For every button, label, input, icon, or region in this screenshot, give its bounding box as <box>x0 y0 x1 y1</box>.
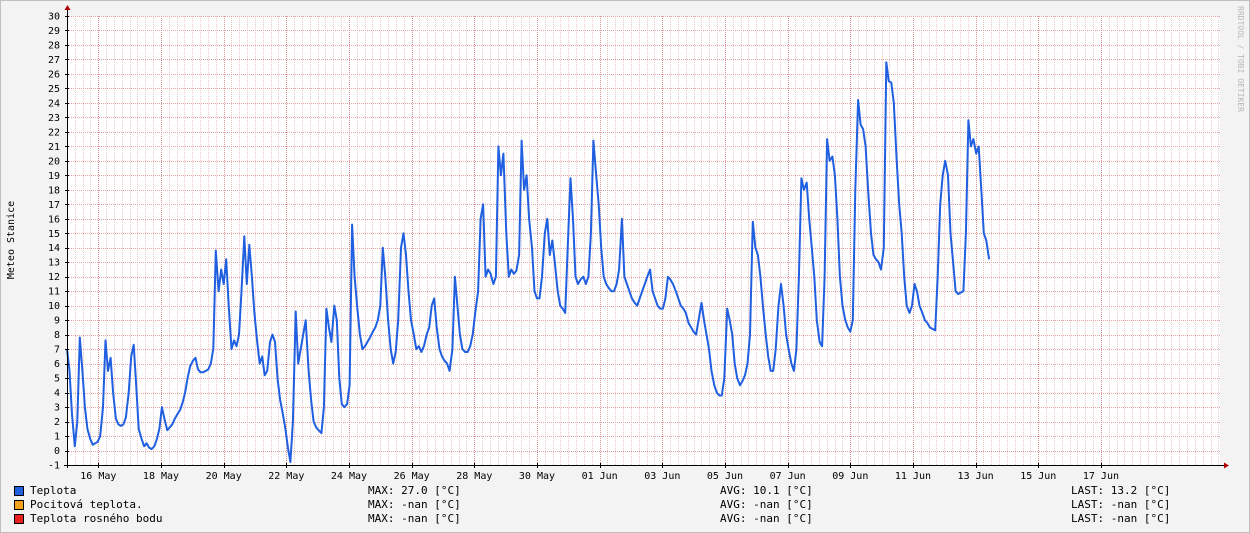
x-tick-label: 24 May <box>331 471 367 482</box>
y-tick-label: 7 <box>54 345 60 356</box>
y-tick-label: 13 <box>48 258 60 269</box>
chart-svg: -101234567891011121314151617181920212223… <box>0 0 1250 533</box>
x-tick-label: 11 Jun <box>895 471 931 482</box>
y-tick-label: 1 <box>54 432 60 443</box>
legend-avg: AVG: -nan [°C] <box>720 512 813 525</box>
y-tick-label: 22 <box>48 127 60 138</box>
x-tick-label: 03 Jun <box>644 471 680 482</box>
x-tick-label: 09 Jun <box>832 471 868 482</box>
y-tick-label: 15 <box>48 229 60 240</box>
y-tick-label: 19 <box>48 171 60 182</box>
legend-swatch-rosny-bod <box>14 514 24 524</box>
legend-row-teplota: Teplota MAX: 27.0 [°C] AVG: 10.1 [°C] LA… <box>0 484 1250 498</box>
legend-series-name: Teplota rosného bodu <box>30 512 163 525</box>
x-tick-label: 15 Jun <box>1020 471 1056 482</box>
legend-avg: AVG: 10.1 [°C] <box>720 484 813 497</box>
rrd-graph: -1 0 1 2 3 4 5 6 7 8 9 10 11 12 13 14 15 16 17 18 19 20 21 22 23… <box>0 0 1250 533</box>
x-tick-label: 22 May <box>268 471 304 482</box>
x-tick-label: 26 May <box>394 471 430 482</box>
y-tick-label: 8 <box>54 330 60 341</box>
legend-last: LAST: -nan [°C] <box>1071 498 1171 511</box>
y-tick-label: 0 <box>54 446 60 457</box>
y-tick-label: 20 <box>48 156 60 167</box>
y-tick-label: 21 <box>48 142 60 153</box>
x-tick-label: 20 May <box>206 471 242 482</box>
y-tick-label: 12 <box>48 272 60 283</box>
y-tick-label: 24 <box>48 98 60 109</box>
y-tick-label: 18 <box>48 185 60 196</box>
legend-series-name: Pocitová teplota. <box>30 498 143 511</box>
y-tick-label: 5 <box>54 374 60 385</box>
y-tick-label: 28 <box>48 40 60 51</box>
y-tick-label: 25 <box>48 84 60 95</box>
y-tick-label: 3 <box>54 403 60 414</box>
y-tick-label: 17 <box>48 200 60 211</box>
x-tick-label: 30 May <box>519 471 555 482</box>
x-tick-label: 01 Jun <box>582 471 618 482</box>
y-tick-label: 29 <box>48 26 60 37</box>
y-tick-label: 23 <box>48 113 60 124</box>
legend-max: MAX: -nan [°C] <box>368 498 461 511</box>
x-axis-tick-labels: 16 May 18 May 20 May 22 May 24 May 26 May 28 M… <box>80 471 1119 482</box>
legend-series-name: Teplota <box>30 484 77 497</box>
legend-row-rosny-bod: Teplota rosného bodu MAX: -nan [°C] AVG:… <box>0 512 1250 526</box>
x-tick-label: 07 Jun <box>770 471 806 482</box>
y-tick-label: 4 <box>54 388 60 399</box>
y-tick-label: 26 <box>48 69 60 80</box>
y-tick-label: 11 <box>48 287 60 298</box>
y-tick-label: -1 <box>48 461 60 472</box>
legend-avg: AVG: -nan [°C] <box>720 498 813 511</box>
y-axis-label: Meteo Stanice <box>6 201 17 279</box>
x-tick-label: 13 Jun <box>958 471 994 482</box>
watermark-text: RRDTOOL / TOBI OETIKER <box>1236 6 1245 112</box>
legend-max: MAX: 27.0 [°C] <box>368 484 461 497</box>
legend-swatch-pocitova <box>14 500 24 510</box>
x-tick-label: 16 May <box>80 471 116 482</box>
legend-row-pocitova: Pocitová teplota. MAX: -nan [°C] AVG: -n… <box>0 498 1250 512</box>
x-tick-label: 28 May <box>456 471 492 482</box>
y-tick-label: 9 <box>54 316 60 327</box>
x-tick-label: 05 Jun <box>707 471 743 482</box>
legend-last: LAST: 13.2 [°C] <box>1071 484 1171 497</box>
y-tick-label: 27 <box>48 55 60 66</box>
x-tick-label: 17 Jun <box>1083 471 1119 482</box>
legend-last: LAST: -nan [°C] <box>1071 512 1171 525</box>
y-tick-label: 10 <box>48 301 60 312</box>
y-tick-label: 2 <box>54 417 60 428</box>
legend-swatch-teplota <box>14 486 24 496</box>
y-tick-label: 6 <box>54 359 60 370</box>
legend-max: MAX: -nan [°C] <box>368 512 461 525</box>
x-tick-label: 18 May <box>143 471 179 482</box>
y-tick-label: 16 <box>48 214 60 225</box>
y-tick-label: 30 <box>48 12 60 23</box>
y-tick-label: 14 <box>48 243 60 254</box>
